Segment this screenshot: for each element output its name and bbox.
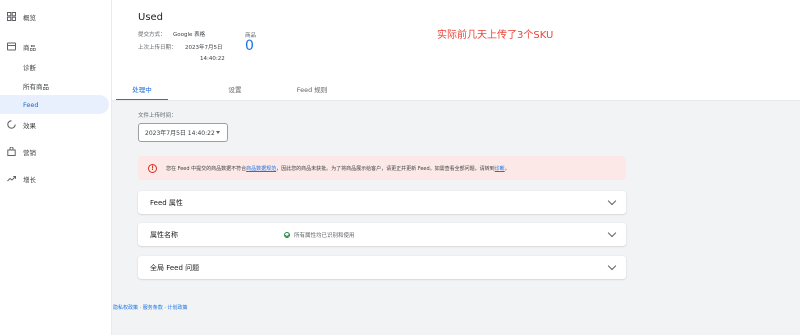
sidebar-item-overview[interactable]: 概览 <box>0 6 111 27</box>
submission-method-label: 提交方式： <box>138 32 166 38</box>
sidebar-item-performance[interactable]: 效果 <box>0 114 111 135</box>
sidebar-subitem-all-products[interactable]: 所有商品 <box>0 76 111 95</box>
panel-title: 属性名称 <box>150 230 178 239</box>
alert-text: 您在 Feed 中提交的商品数据不符合商品数据规范，因此您的商品未获批。为了将商… <box>166 165 510 172</box>
sidebar-item-label: 增长 <box>23 175 36 184</box>
last-upload-time: 14:40:22 <box>200 56 225 62</box>
sidebar-item-label: 概览 <box>23 13 36 22</box>
dropdown-arrow-icon <box>216 131 220 134</box>
main-content: 文件上传时间： 2023年7月5日 14:40:22 ! 您在 Feed 中提交… <box>112 101 800 335</box>
tab-bar: 处理中 设置 Feed 规则 <box>116 77 352 101</box>
feed-header: Used 提交方式： Google 表格 上次上传日期： 2023年7月5日 1… <box>112 0 800 101</box>
dashboard-icon <box>6 12 16 22</box>
upload-time-select[interactable]: 2023年7月5日 14:40:22 <box>138 123 228 142</box>
sidebar-item-label: 商品 <box>23 43 36 52</box>
panel-title: Feed 属性 <box>150 198 183 207</box>
chevron-down-icon[interactable] <box>607 196 617 206</box>
upload-time-value: 2023年7月5日 14:40:22 <box>145 130 215 137</box>
footer-links[interactable]: 隐私权政策 · 服务条款 · 计划政策 <box>113 304 188 311</box>
marketing-icon <box>6 147 16 157</box>
growth-icon <box>6 174 16 184</box>
check-circle-icon <box>284 232 290 238</box>
tab-settings[interactable]: 设置 <box>198 77 272 101</box>
sidebar-item-growth[interactable]: 增长 <box>0 168 111 189</box>
error-icon: ! <box>148 163 157 173</box>
products-count[interactable]: 0 <box>245 38 254 54</box>
sidebar-item-products[interactable]: 商品 <box>0 36 111 57</box>
attribute-status: 所有属性均已识别和使用 <box>284 231 355 239</box>
sidebar-subitem-diagnostics[interactable]: 诊断 <box>0 57 111 76</box>
sidebar-item-marketing[interactable]: 营销 <box>0 141 111 162</box>
sidebar-item-label: 效果 <box>23 121 36 130</box>
global-feed-issues-panel[interactable]: 全局 Feed 问题 <box>138 256 626 279</box>
sidebar-item-label: 营销 <box>23 148 36 157</box>
feed-attributes-panel[interactable]: Feed 属性 <box>138 191 626 214</box>
last-upload-label: 上次上传日期： <box>138 45 177 51</box>
diagnostics-link[interactable]: 诊断 <box>495 166 505 172</box>
chevron-down-icon[interactable] <box>607 228 617 238</box>
tab-feed-rules[interactable]: Feed 规则 <box>272 77 352 101</box>
annotation-note: 实际前几天上传了3个SKU <box>437 30 554 41</box>
product-data-spec-link[interactable]: 商品数据规范 <box>246 166 276 172</box>
error-alert: ! 您在 Feed 中提交的商品数据不符合商品数据规范，因此您的商品未获批。为了… <box>138 156 626 180</box>
page-title: Used <box>138 12 164 23</box>
submission-method-value: Google 表格 <box>173 32 206 38</box>
performance-icon <box>6 120 16 130</box>
sidebar: 概览 商品 诊断 所有商品 Feed 效果 营销 增长 <box>0 0 112 335</box>
products-icon <box>6 42 16 52</box>
sidebar-subitem-feed[interactable]: Feed <box>0 95 109 114</box>
tab-processing[interactable]: 处理中 <box>116 77 168 101</box>
attribute-name-panel[interactable]: 属性名称 所有属性均已识别和使用 <box>138 223 626 246</box>
panel-title: 全局 Feed 问题 <box>150 263 200 272</box>
last-upload-date: 2023年7月5日 <box>185 45 223 51</box>
upload-time-label: 文件上传时间： <box>138 113 177 119</box>
chevron-down-icon[interactable] <box>607 261 617 271</box>
